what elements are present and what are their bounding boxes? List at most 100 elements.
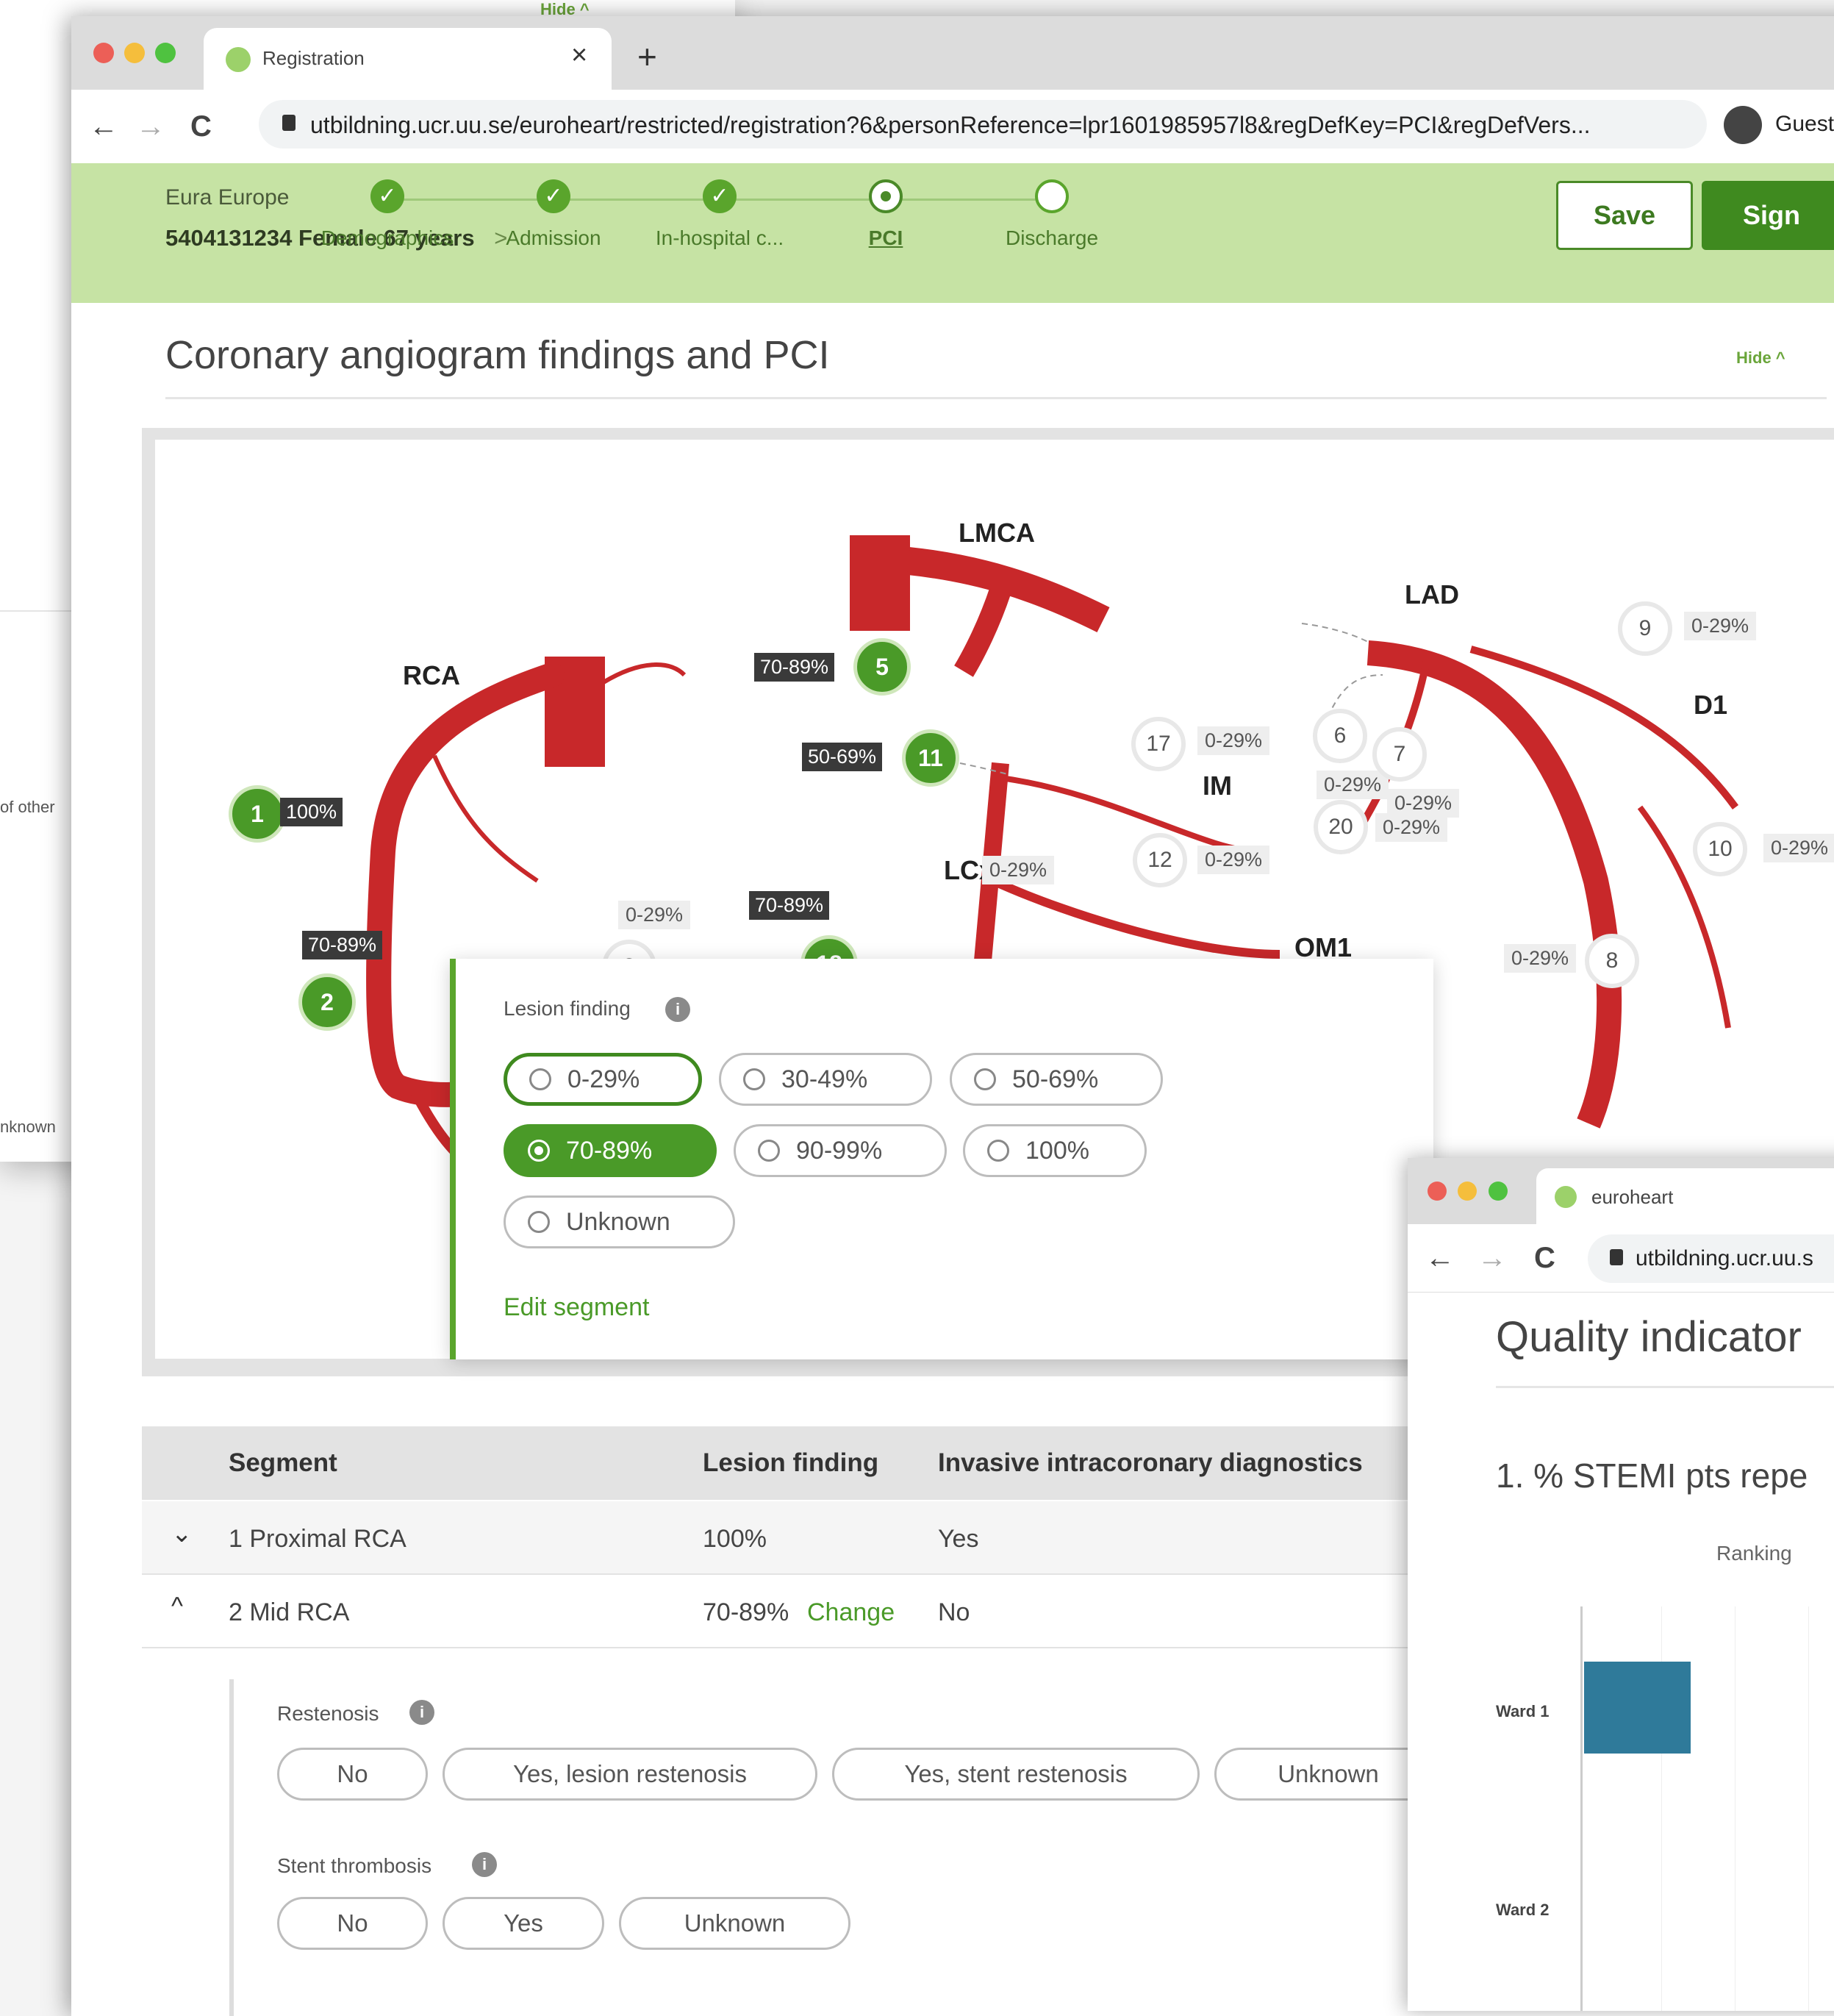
lmca-ostium [850,535,910,631]
chart-axis [1580,1606,1583,2011]
site-favicon-icon [226,47,251,72]
segment-10-marker[interactable]: 10 [1693,822,1747,876]
om1-artery [991,876,1280,959]
segment-5-marker[interactable]: 5 [853,638,911,696]
reload-icon[interactable]: C [1534,1242,1555,1275]
guest-label[interactable]: Guest [1775,112,1834,137]
segment-9-percent: 0-29% [1684,612,1757,640]
label-im: IM [1203,771,1232,801]
new-tab-button[interactable]: + [637,37,657,76]
step-label: PCI [868,226,903,249]
column-segment: Segment [229,1448,337,1477]
ward-1-label: Ward 1 [1496,1702,1550,1720]
option-100[interactable]: 100% [963,1124,1147,1177]
segment-20-marker[interactable]: 20 [1314,800,1368,854]
thrombosis-no-button[interactable]: No [277,1897,428,1950]
close-window-icon[interactable] [1428,1182,1447,1201]
chart-gridline [1808,1606,1809,2011]
forward-icon[interactable]: → [136,110,165,143]
lcx-percent: 0-29% [982,856,1055,884]
lesion-finding-label: Lesion finding [504,997,631,1020]
restenosis-lesion-button[interactable]: Yes, lesion restenosis [443,1748,817,1801]
background-text-unknown: nknown [0,1118,56,1136]
change-link[interactable]: Change [807,1598,895,1627]
option-unknown[interactable]: Unknown [504,1195,735,1248]
page-title: Quality indicator [1496,1313,1802,1361]
step-admission[interactable]: ✓ Admission [480,179,627,250]
option-label: 50-69% [1012,1065,1099,1093]
address-bar: ← → C utbildning.ucr.uu.s [1408,1226,1834,1293]
step-pci[interactable]: PCI [812,179,959,250]
step-discharge[interactable]: Discharge [978,179,1125,250]
step-in-hospital[interactable]: ✓ In-hospital c... [646,179,793,250]
segment-8-marker[interactable]: 8 [1585,934,1639,988]
radio-icon [758,1140,780,1162]
check-icon: ✓ [537,179,570,213]
reload-icon[interactable]: C [190,110,212,143]
option-70-89[interactable]: 70-89% [504,1124,717,1177]
option-label: 100% [1025,1136,1089,1165]
segment-17-marker[interactable]: 17 [1131,717,1186,771]
edit-segment-link[interactable]: Edit segment [504,1293,649,1322]
label-d1: D1 [1694,690,1728,720]
step-demographics[interactable]: ✓ Demographics [314,179,461,250]
row-segment: 1 Proximal RCA [229,1525,406,1553]
close-window-icon[interactable] [93,43,114,63]
segment-2-percent: 70-89% [302,931,383,959]
info-icon[interactable]: i [665,997,690,1022]
option-30-49[interactable]: 30-49% [719,1053,932,1106]
thrombosis-yes-button[interactable]: Yes [443,1897,604,1950]
segment-6-percent: 0-29% [1317,771,1389,799]
url-field[interactable]: utbildning.ucr.uu.se/euroheart/restricte… [259,100,1707,149]
info-icon[interactable]: i [409,1700,434,1725]
tab-registration[interactable]: Registration × [204,28,612,91]
profile-avatar-icon[interactable] [1724,106,1762,144]
back-icon[interactable]: ← [89,110,118,143]
option-label: 30-49% [781,1065,868,1093]
segment-7-marker[interactable]: 7 [1372,727,1427,782]
stent-thrombosis-label: Stent thrombosis [277,1854,432,1877]
check-icon: ✓ [703,179,737,213]
detail-indent-line [229,1679,234,2016]
minimize-window-icon[interactable] [124,43,145,63]
tab-title: Registration [262,47,365,69]
lock-icon [1610,1249,1623,1265]
row-segment: 2 Mid RCA [229,1598,350,1626]
restenosis-stent-button[interactable]: Yes, stent restenosis [832,1748,1200,1801]
segment-2-marker[interactable]: 2 [298,973,356,1031]
option-50-69[interactable]: 50-69% [950,1053,1163,1106]
chevron-down-icon[interactable]: ⌄ [171,1519,193,1548]
save-button[interactable]: Save [1556,181,1693,250]
option-label: 0-29% [567,1065,640,1093]
tab-euroheart[interactable]: euroheart [1536,1168,1834,1227]
minimize-window-icon[interactable] [1458,1182,1477,1201]
url-field[interactable]: utbildning.ucr.uu.s [1588,1234,1834,1283]
back-icon[interactable]: ← [1425,1242,1455,1275]
segment-11-marker[interactable]: 11 [902,729,959,787]
restenosis-no-button[interactable]: No [277,1748,428,1801]
sign-button[interactable]: Sign [1702,181,1834,250]
maximize-window-icon[interactable] [1489,1182,1508,1201]
segment-6-marker[interactable]: 6 [1313,709,1367,763]
info-icon[interactable]: i [472,1852,497,1877]
segment-10-percent: 0-29% [1763,834,1834,862]
step-label: Discharge [1005,226,1099,249]
tab-close-icon[interactable]: × [571,40,587,71]
restenosis-label: Restenosis [277,1702,379,1725]
segment-9-marker[interactable]: 9 [1618,601,1672,656]
option-90-99[interactable]: 90-99% [734,1124,947,1177]
segment-12-marker[interactable]: 12 [1133,833,1187,887]
organization-name: Eura Europe [165,185,290,210]
quality-indicator-window: euroheart ← → C utbildning.ucr.uu.s Qual… [1408,1158,1834,2011]
section-hide-link[interactable]: Hide ^ [1736,348,1785,368]
label-lad: LAD [1405,579,1459,610]
option-0-29[interactable]: 0-29% [504,1053,702,1106]
step-label: Admission [506,226,601,249]
column-lesion-finding: Lesion finding [703,1448,879,1477]
thrombosis-unknown-button[interactable]: Unknown [619,1897,850,1950]
ranking-label: Ranking [1716,1542,1792,1565]
forward-icon[interactable]: → [1477,1242,1507,1275]
chevron-up-icon[interactable]: ^ [171,1593,183,1621]
segment-1-marker[interactable]: 1 [229,785,286,843]
maximize-window-icon[interactable] [155,43,176,63]
